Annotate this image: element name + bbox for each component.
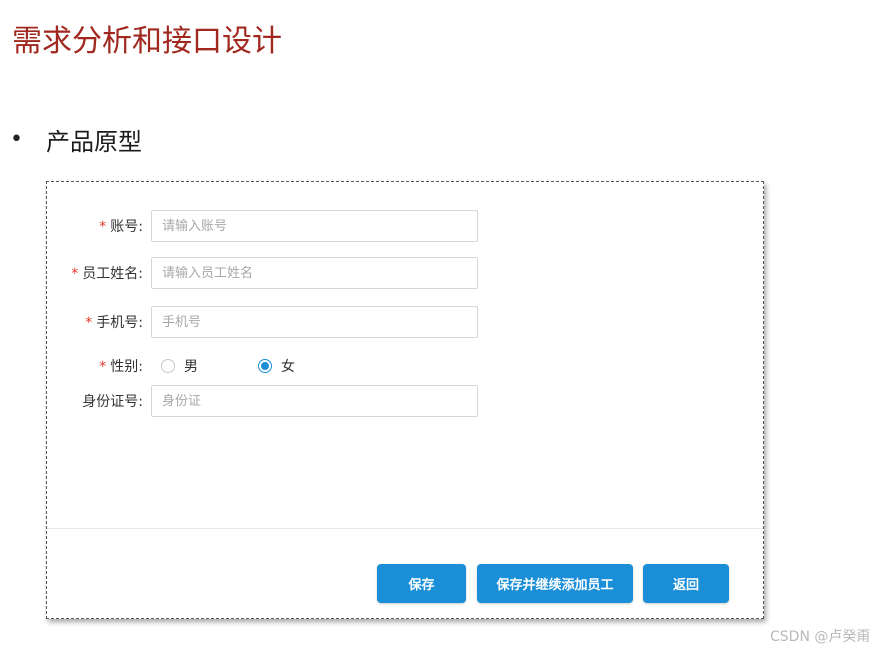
back-button[interactable]: 返回 bbox=[643, 564, 729, 603]
form-row-name: * 员工姓名: bbox=[47, 257, 478, 289]
id-number-label: 身份证号: bbox=[82, 394, 143, 410]
required-mark: * bbox=[71, 266, 79, 282]
gender-radio-group: 男 女 bbox=[161, 356, 295, 376]
bullet-text: 产品原型 bbox=[46, 128, 142, 156]
employee-name-input[interactable] bbox=[151, 257, 478, 289]
slide-title: 需求分析和接口设计 bbox=[12, 24, 282, 59]
phone-input[interactable] bbox=[151, 306, 478, 338]
id-number-input[interactable] bbox=[151, 385, 478, 417]
required-mark: * bbox=[99, 219, 107, 235]
save-button[interactable]: 保存 bbox=[377, 564, 466, 603]
required-mark: * bbox=[99, 359, 107, 375]
employee-form-panel: *账号: *员工姓名: *手机号: *性别: 男 女 身份证号: 保存 保存并继… bbox=[46, 181, 764, 619]
form-row-phone: * 手机号: bbox=[47, 306, 478, 338]
radio-female[interactable] bbox=[258, 359, 272, 373]
radio-male[interactable] bbox=[161, 359, 175, 373]
form-row-id-number: 身份证号: bbox=[47, 385, 478, 417]
radio-male-label: 男 bbox=[184, 359, 198, 375]
account-label: * 账号: bbox=[99, 219, 143, 235]
bullet-item: • 产品原型 bbox=[10, 122, 142, 157]
required-mark: * bbox=[85, 315, 93, 331]
form-row-gender: * 性别: 男 女 bbox=[47, 350, 295, 382]
save-and-continue-button[interactable]: 保存并继续添加员工 bbox=[477, 564, 633, 603]
phone-label: * 手机号: bbox=[85, 315, 143, 331]
watermark: CSDN @卢癸甭 bbox=[770, 629, 871, 645]
bullet-dot: • bbox=[10, 127, 23, 152]
account-input[interactable] bbox=[151, 210, 478, 242]
radio-female-label: 女 bbox=[281, 359, 295, 375]
gender-option-female[interactable]: 女 bbox=[258, 356, 295, 376]
gender-label: * 性别: bbox=[99, 359, 143, 375]
form-row-account: * 账号: bbox=[47, 210, 478, 242]
gender-option-male[interactable]: 男 bbox=[161, 356, 258, 376]
footer-divider bbox=[47, 528, 763, 529]
employee-name-label: * 员工姓名: bbox=[71, 266, 143, 282]
